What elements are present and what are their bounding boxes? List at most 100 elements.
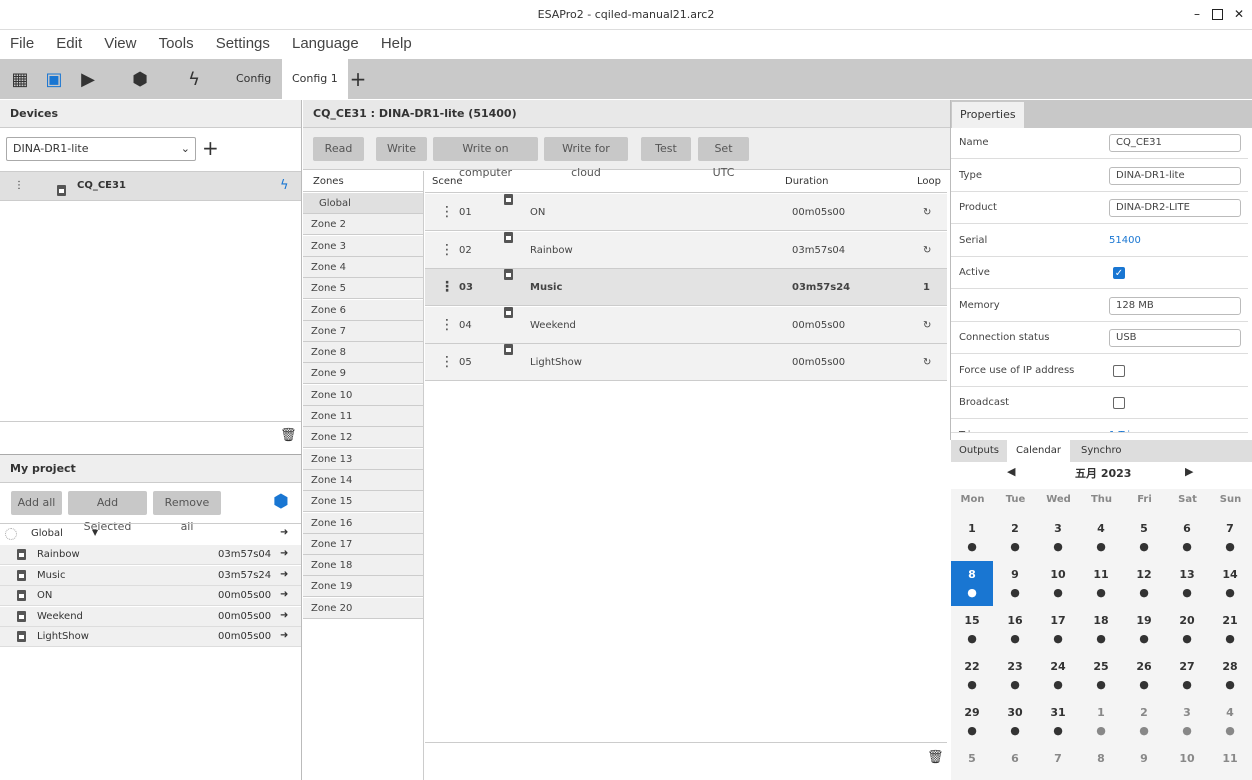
scene-row[interactable]: ⋮ 04 Weekend 00m05s00 ↻ [425,306,947,344]
global-row[interactable]: Global ▼ ➜ [0,523,301,544]
calendar-day[interactable]: 1 ● [1080,699,1122,744]
drag-handle-icon[interactable]: ⋮ [440,194,454,231]
drag-handle-icon[interactable]: ⋮ [440,232,454,269]
calendar-day[interactable]: 15 ● [951,607,993,652]
scene-row[interactable]: ⋮ 01 ON 00m05s00 ↻ [425,194,947,231]
calendar-day[interactable]: 7 [1037,745,1079,767]
calendar-day[interactable]: 24 ● [1037,653,1079,698]
calendar-day[interactable]: 4 ● [1209,699,1251,744]
add-tab-button[interactable]: + [346,59,370,99]
zone-item[interactable]: Global [303,193,423,214]
arrow-right-icon[interactable]: ➜ [280,630,288,641]
zone-item[interactable]: Zone 20 [303,597,423,619]
previous-month-icon[interactable]: ◀ [1007,465,1015,478]
zone-item[interactable]: Zone 12 [303,427,423,449]
calendar-day[interactable]: 4 ● [1080,515,1122,560]
zone-item[interactable]: Zone 9 [303,363,423,385]
project-item[interactable]: Rainbow 03m57s04 ➜ [0,545,301,565]
lightning-icon[interactable]: ϟ [180,59,208,99]
tab-config[interactable]: Config [226,59,281,99]
calendar-day[interactable]: 27 ● [1166,653,1208,698]
close-icon[interactable]: ✕ [1232,7,1246,21]
calendar-day[interactable]: 16 ● [994,607,1036,652]
calendar-day[interactable]: 25 ● [1080,653,1122,698]
add-device-button[interactable]: + [202,136,219,160]
arrow-right-icon[interactable]: ➜ [280,589,288,600]
calendar-day[interactable]: 5 [951,745,993,767]
property-field[interactable]: CQ_CE31 [1109,134,1241,152]
calendar-day[interactable]: 2 ● [1123,699,1165,744]
calendar-day[interactable]: 26 ● [1123,653,1165,698]
next-month-icon[interactable]: ▶ [1185,465,1193,478]
minimize-icon[interactable]: – [1190,7,1204,21]
add-all-button[interactable]: Add all [11,491,62,515]
device-icon[interactable]: ▣ [40,59,68,99]
cube-icon[interactable]: ⬢ [273,491,289,512]
set-utc-button[interactable]: Set UTC [698,137,749,179]
calendar-day[interactable]: 28 ● [1209,653,1251,698]
device-type-select[interactable]: DINA-DR1-lite ⌄ [6,137,196,161]
tab-properties[interactable]: Properties [952,102,1024,128]
active-checkbox[interactable]: ✓ [1113,267,1125,279]
scene-row[interactable]: ⋮ 02 Rainbow 03m57s04 ↻ [425,231,947,269]
menu-edit[interactable]: Edit [56,30,82,58]
add-selected-button[interactable]: Add Selected [68,491,147,533]
property-checkbox[interactable] [1113,397,1125,409]
calendar-day[interactable]: 5 ● [1123,515,1165,560]
menu-language[interactable]: Language [292,30,359,58]
write-for-cloud-button[interactable]: Write for cloud [544,137,628,179]
menu-tools[interactable]: Tools [159,30,194,58]
trash-icon[interactable]: 🗑 [927,750,944,765]
property-field[interactable]: 128 MB [1109,296,1241,315]
tab-synchro[interactable]: Synchro [1081,445,1121,456]
zone-item[interactable]: Zone 14 [303,469,423,491]
zone-item[interactable]: Zone 4 [303,256,423,278]
calendar-day[interactable]: 30 ● [994,699,1036,744]
tab-config-1[interactable]: Config 1 [282,59,348,99]
calendar-day[interactable]: 8 ● [951,561,993,606]
property-field[interactable]: DINA-DR2-LITE [1109,199,1241,217]
lightning-icon[interactable]: ϟ [280,178,289,193]
calendar-day[interactable]: 7 ● [1209,515,1251,560]
test-button[interactable]: Test [641,137,691,161]
loop-icon[interactable]: ↻ [923,232,931,269]
calendar-day[interactable]: 10 [1166,745,1208,767]
property-checkbox[interactable] [1113,364,1125,377]
zone-item[interactable]: Zone 7 [303,320,423,342]
maximize-icon[interactable] [1212,9,1223,20]
project-item[interactable]: LightShow 00m05s00 ➜ [0,627,301,647]
calendar-day[interactable]: 18 ● [1080,607,1122,652]
write-on-computer-button[interactable]: Write on computer [433,137,538,179]
arrow-right-icon[interactable]: ➜ [280,527,288,538]
project-item[interactable]: Weekend 00m05s00 ➜ [0,606,301,627]
arrow-right-icon[interactable]: ➜ [280,569,288,580]
calendar-day[interactable]: 1 ● [951,515,993,560]
calendar-day[interactable]: 9 ● [994,561,1036,606]
property-field[interactable]: USB [1109,329,1241,347]
write-button[interactable]: Write [376,137,427,161]
calendar-day[interactable]: 19 ● [1123,607,1165,652]
loop-icon[interactable]: ↻ [923,194,931,231]
calendar-day[interactable]: 3 ● [1037,515,1079,560]
drag-handle-icon[interactable]: ⋮ [14,180,24,191]
calendar-day[interactable]: 14 ● [1209,561,1251,606]
tab-calendar[interactable]: Calendar [1007,440,1070,462]
calendar-day[interactable]: 22 ● [951,653,993,698]
zone-item[interactable]: Zone 2 [303,214,423,236]
menu-file[interactable]: File [10,30,34,58]
zone-item[interactable]: Zone 11 [303,406,423,427]
calendar-day[interactable]: 6 [994,745,1036,767]
calendar-day[interactable]: 11 ● [1080,561,1122,606]
calendar-day[interactable]: 10 ● [1037,561,1079,606]
zone-item[interactable]: Zone 17 [303,533,423,555]
calendar-day[interactable]: 3 ● [1166,699,1208,744]
scene-row[interactable]: ⋮ 05 LightShow 00m05s00 ↻ [425,344,947,381]
calendar-day[interactable]: 11 [1209,745,1251,767]
device-row[interactable]: ⋮ CQ_CE31 ϟ [0,171,301,201]
calendar-day[interactable]: 21 ● [1209,607,1251,652]
tab-outputs[interactable]: Outputs [959,445,999,456]
arrow-right-icon[interactable]: ➜ [280,548,288,559]
zone-item[interactable]: Zone 5 [303,278,423,300]
project-item[interactable]: ON 00m05s00 ➜ [0,586,301,606]
calendar-day[interactable]: 23 ● [994,653,1036,698]
